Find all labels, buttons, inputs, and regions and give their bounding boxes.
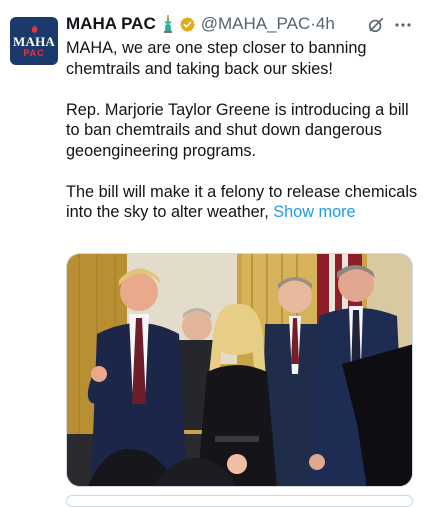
tweet-paragraph-3-text: The bill will make it a felony to releas… [66, 182, 418, 222]
quoted-card-edge[interactable] [66, 495, 413, 507]
flame-logo-icon [31, 24, 38, 33]
avatar[interactable]: MAHA PAC [10, 17, 58, 65]
show-more-link[interactable]: Show more [273, 203, 355, 221]
tweet[interactable]: MAHA PAC MAHA PAC @MAHA_PAC · 4h MAHA, w [0, 0, 423, 507]
author-handle[interactable]: @MAHA_PAC [201, 14, 311, 34]
oval-office-photo [67, 254, 412, 486]
verified-badge-icon[interactable] [179, 16, 196, 33]
more-options-icon[interactable] [394, 16, 412, 34]
tweet-paragraph-3: The bill will make it a felony to releas… [66, 182, 418, 223]
avatar-text-pac: PAC [23, 48, 45, 58]
tweet-photo[interactable] [66, 253, 413, 487]
tweet-text: MAHA, we are one step closer to banning … [66, 38, 418, 223]
statue-of-liberty-icon [163, 15, 172, 33]
author-name[interactable]: MAHA PAC [66, 14, 156, 34]
grok-icon[interactable] [367, 16, 385, 34]
tweet-paragraph-1: MAHA, we are one step closer to banning … [66, 39, 367, 78]
tweet-header: MAHA PAC @MAHA_PAC · 4h [66, 13, 335, 35]
tweet-paragraph-2: Rep. Marjorie Taylor Greene is introduci… [66, 100, 409, 160]
tweet-time[interactable]: 4h [316, 14, 335, 34]
